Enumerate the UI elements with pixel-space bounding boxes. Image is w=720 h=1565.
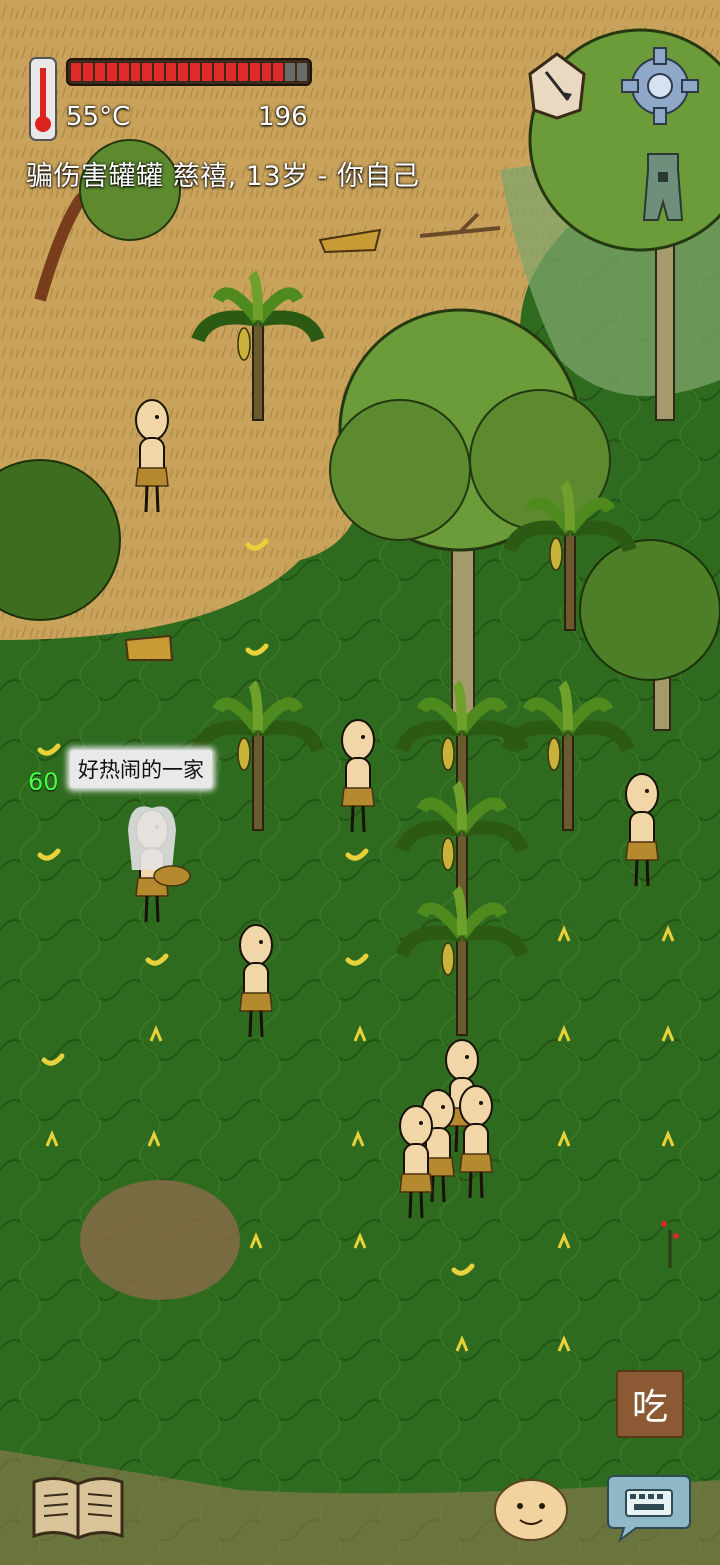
- thermometer-icon: [29, 57, 57, 141]
- food-pip: [261, 63, 272, 81]
- food-pip: [201, 63, 212, 81]
- food-pip: [106, 63, 117, 81]
- speaker-age-label: 60: [28, 768, 59, 796]
- food-pip: [225, 63, 236, 81]
- sundial-icon[interactable]: [522, 50, 592, 122]
- food-pip: [237, 63, 248, 81]
- food-pip: [297, 63, 308, 81]
- food-pip: [142, 63, 153, 81]
- coin-icon[interactable]: [640, 150, 686, 226]
- book-icon[interactable]: [30, 1472, 126, 1542]
- speech-bubble: 好热闹的一家: [70, 750, 212, 788]
- food-pip: [273, 63, 284, 81]
- food-pip: [178, 63, 189, 81]
- food-pip: [285, 63, 296, 81]
- food-pip: [213, 63, 224, 81]
- food-pip: [118, 63, 129, 81]
- eat-button[interactable]: 吃: [616, 1370, 684, 1438]
- food-bar: [66, 58, 312, 86]
- food-pip: [154, 63, 165, 81]
- food-counter: 196: [258, 102, 308, 132]
- temperature-readout: 55°C: [66, 102, 131, 132]
- keyboard-icon[interactable]: [606, 1470, 692, 1544]
- emote-face-icon[interactable]: [492, 1476, 570, 1542]
- food-pip: [190, 63, 200, 81]
- food-pip: [71, 63, 81, 81]
- food-pip: [249, 63, 260, 81]
- gear-icon[interactable]: [620, 46, 700, 126]
- player-name-label: 骗伤害罐罐 慈禧, 13岁 - 你自己: [26, 161, 420, 192]
- food-pip: [94, 63, 105, 81]
- food-pip: [82, 63, 93, 81]
- food-pip: [166, 63, 177, 81]
- food-pip: [130, 63, 141, 81]
